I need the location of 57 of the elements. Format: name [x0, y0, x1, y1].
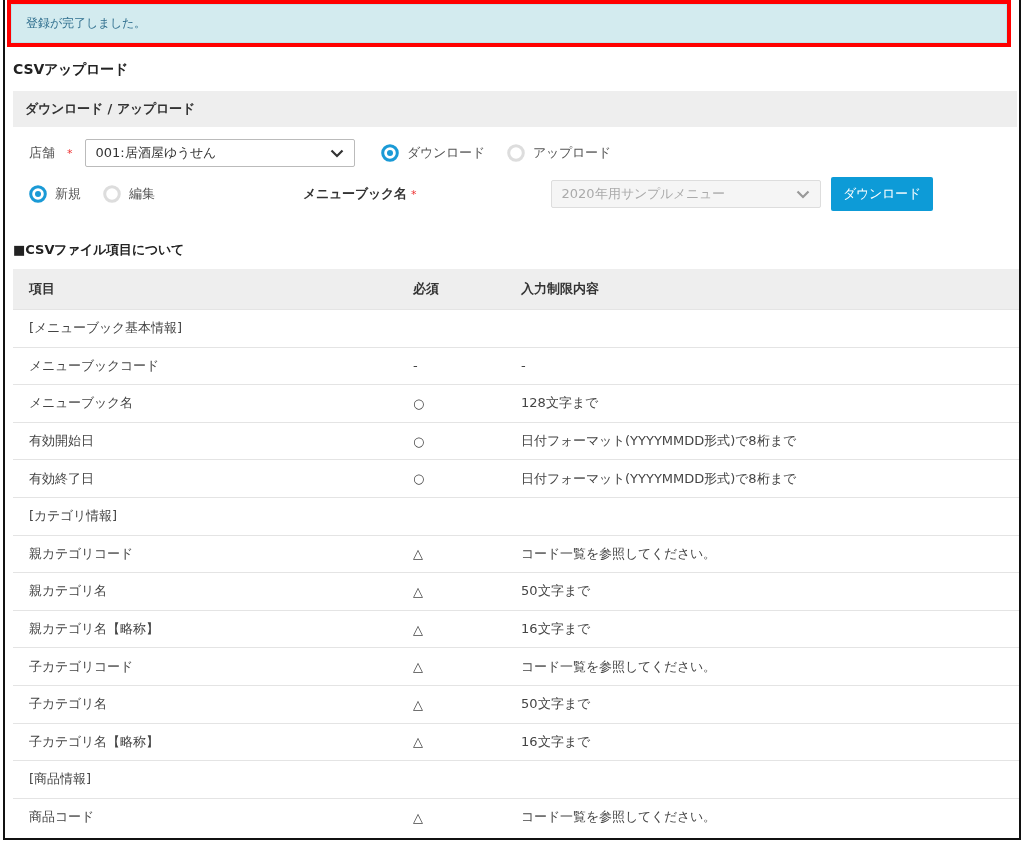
group-cell: [カテゴリ情報] — [13, 497, 1019, 536]
download-button[interactable]: ダウンロード — [830, 177, 933, 211]
table-cell: 子カテゴリコード — [13, 647, 397, 686]
table-cell: △ — [397, 723, 505, 761]
success-alert: 登録が完了しました。 — [11, 4, 1007, 43]
chevron-down-icon — [329, 148, 344, 158]
radio-label: 編集 — [129, 185, 155, 203]
table-cell: ○ — [397, 459, 505, 498]
table-cell: 商品コード — [13, 798, 397, 836]
table-cell: ○ — [397, 422, 505, 460]
table-cell: 50文字まで — [505, 685, 1019, 724]
table-cell: △ — [397, 572, 505, 611]
table-cell: 親カテゴリ名【略称】 — [13, 610, 397, 648]
table-cell: 有効終了日 — [13, 459, 397, 498]
table-cell: △ — [397, 535, 505, 573]
radio-label: アップロード — [532, 144, 611, 162]
table-cell: コード一覧を参照してください。 — [505, 647, 1019, 686]
page-title: CSVアップロード — [13, 61, 130, 79]
group-cell: [メニューブック基本情報] — [13, 309, 1019, 348]
store-select[interactable]: 001:居酒屋ゆうせん — [84, 139, 355, 167]
table-cell: 親カテゴリコード — [13, 535, 397, 573]
table-cell: 日付フォーマット(YYYYMMDD形式)で8桁まで — [505, 422, 1019, 460]
table-cell: 子カテゴリ名 — [13, 685, 397, 724]
table-cell: △ — [397, 798, 505, 836]
store-label: 店舗 — [29, 144, 55, 162]
table-cell: △ — [397, 610, 505, 648]
required-mark: * — [67, 146, 73, 160]
table-cell: - — [505, 347, 1019, 385]
table-cell: 16文字まで — [505, 610, 1019, 648]
table-cell: 128文字まで — [505, 384, 1019, 423]
chevron-down-icon — [795, 189, 810, 199]
table-cell: コード一覧を参照してください。 — [505, 798, 1019, 836]
column-header: 入力制限内容 — [505, 269, 1019, 310]
required-mark: * — [411, 187, 417, 201]
table-cell: 50文字まで — [505, 572, 1019, 611]
table-cell: △ — [397, 685, 505, 724]
table-cell: メニューブックコード — [13, 347, 397, 385]
panel-header: ダウンロード / アップロード — [13, 91, 1017, 127]
section-title: ■CSVファイル項目について — [13, 241, 186, 259]
group-cell: [商品情報] — [13, 760, 1019, 799]
table-cell: 有効開始日 — [13, 422, 397, 460]
radio-label: ダウンロード — [406, 144, 485, 162]
table-cell: メニューブック名 — [13, 384, 397, 423]
table-cell: 16文字まで — [505, 723, 1019, 761]
table-cell: 日付フォーマット(YYYYMMDD形式)で8桁まで — [505, 459, 1019, 498]
table-cell: ○ — [397, 384, 505, 423]
radio-button[interactable] — [380, 144, 399, 162]
radio-label: 新規 — [55, 185, 81, 203]
radio-button[interactable] — [29, 185, 47, 203]
table-cell: 子カテゴリ名【略称】 — [13, 723, 397, 761]
table-cell: コード一覧を参照してください。 — [505, 535, 1019, 573]
table-cell: - — [397, 347, 505, 385]
menu-book-label: メニューブック名 — [303, 185, 407, 203]
table-cell: 親カテゴリ名 — [13, 572, 397, 611]
table-cell: △ — [397, 647, 505, 686]
column-header: 項目 — [13, 269, 397, 310]
column-header: 必須 — [397, 269, 505, 310]
